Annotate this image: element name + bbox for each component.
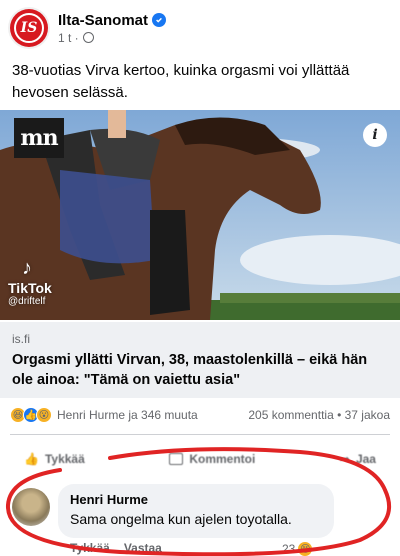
comment-like-button[interactable]: Tykkää bbox=[70, 541, 110, 555]
tiktok-handle: @driftelf bbox=[8, 296, 46, 307]
verified-check-icon bbox=[152, 13, 167, 27]
comment-count[interactable]: 205 kommenttia bbox=[248, 408, 333, 422]
reaction-summary[interactable]: Henri Hurme ja 346 muuta bbox=[57, 408, 198, 422]
comment-text: Sama ongelma kun ajelen toyotalla. bbox=[70, 511, 292, 527]
tiktok-watermark: ♪ TikTok @driftelf bbox=[8, 258, 52, 307]
post-time[interactable]: 1 t bbox=[58, 31, 71, 45]
comment-author[interactable]: Henri Hurme bbox=[70, 492, 322, 507]
comment-reply-button[interactable]: Vastaa bbox=[124, 541, 162, 555]
tiktok-label: TikTok bbox=[8, 280, 52, 296]
share-button[interactable]: ➦ Jaa bbox=[326, 452, 390, 466]
haha-icon: 😆 bbox=[297, 541, 314, 556]
post-text: 38-vuotias Virva kertoo, kuinka orgasmi … bbox=[12, 62, 350, 101]
link-domain: is.fi bbox=[12, 332, 30, 346]
mn-channel-badge: mn bbox=[14, 118, 64, 158]
globe-icon bbox=[82, 32, 94, 43]
page-name-row: Ilta-Sanomat bbox=[58, 12, 167, 29]
commenter-avatar[interactable] bbox=[12, 488, 50, 526]
page-avatar[interactable]: IS bbox=[10, 9, 48, 47]
comment-bubble-icon bbox=[169, 453, 184, 465]
share-count[interactable]: 37 jakoa bbox=[345, 408, 390, 422]
separator-dot: • bbox=[333, 408, 345, 422]
comment-actions: Tykkää Vastaa bbox=[70, 541, 162, 555]
comment-button[interactable]: Kommentoi bbox=[155, 452, 269, 466]
link-preview[interactable]: is.fi Orgasmi yllätti Virvan, 38, maasto… bbox=[0, 322, 400, 398]
page-name[interactable]: Ilta-Sanomat bbox=[58, 12, 148, 29]
comment-reaction-number: 23 bbox=[282, 542, 296, 556]
separator-dot: · bbox=[71, 30, 79, 45]
ilta-sanomat-logo: IS bbox=[14, 13, 44, 43]
comment-reaction-count[interactable]: 23 😆 bbox=[282, 541, 314, 556]
wow-icon: 😮 bbox=[36, 407, 52, 423]
post-time-row: 1 t · bbox=[58, 31, 166, 45]
post-meta: Ilta-Sanomat 1 t · bbox=[58, 12, 167, 45]
post-action-bar: 👍 Tykkää Kommentoi ➦ Jaa bbox=[10, 445, 390, 473]
share-label: Jaa bbox=[355, 452, 376, 466]
like-label: Tykkää bbox=[44, 452, 85, 466]
divider bbox=[10, 434, 390, 435]
thumbs-up-icon: 👍 bbox=[24, 452, 39, 466]
reactions-row: 😆 👍 😮 Henri Hurme ja 346 muuta 205 komme… bbox=[10, 404, 390, 426]
link-title: Orgasmi yllätti Virvan, 38, maastolenkil… bbox=[12, 352, 368, 388]
info-icon[interactable]: i bbox=[363, 123, 387, 147]
like-button[interactable]: 👍 Tykkää bbox=[10, 452, 99, 466]
comment-bubble: Henri Hurme Sama ongelma kun ajelen toyo… bbox=[58, 484, 334, 538]
share-arrow-icon: ➦ bbox=[339, 452, 350, 466]
comment-label: Kommentoi bbox=[189, 452, 256, 466]
post-header: IS Ilta-Sanomat 1 t · bbox=[10, 4, 390, 52]
tiktok-icon: ♪ bbox=[22, 257, 32, 279]
